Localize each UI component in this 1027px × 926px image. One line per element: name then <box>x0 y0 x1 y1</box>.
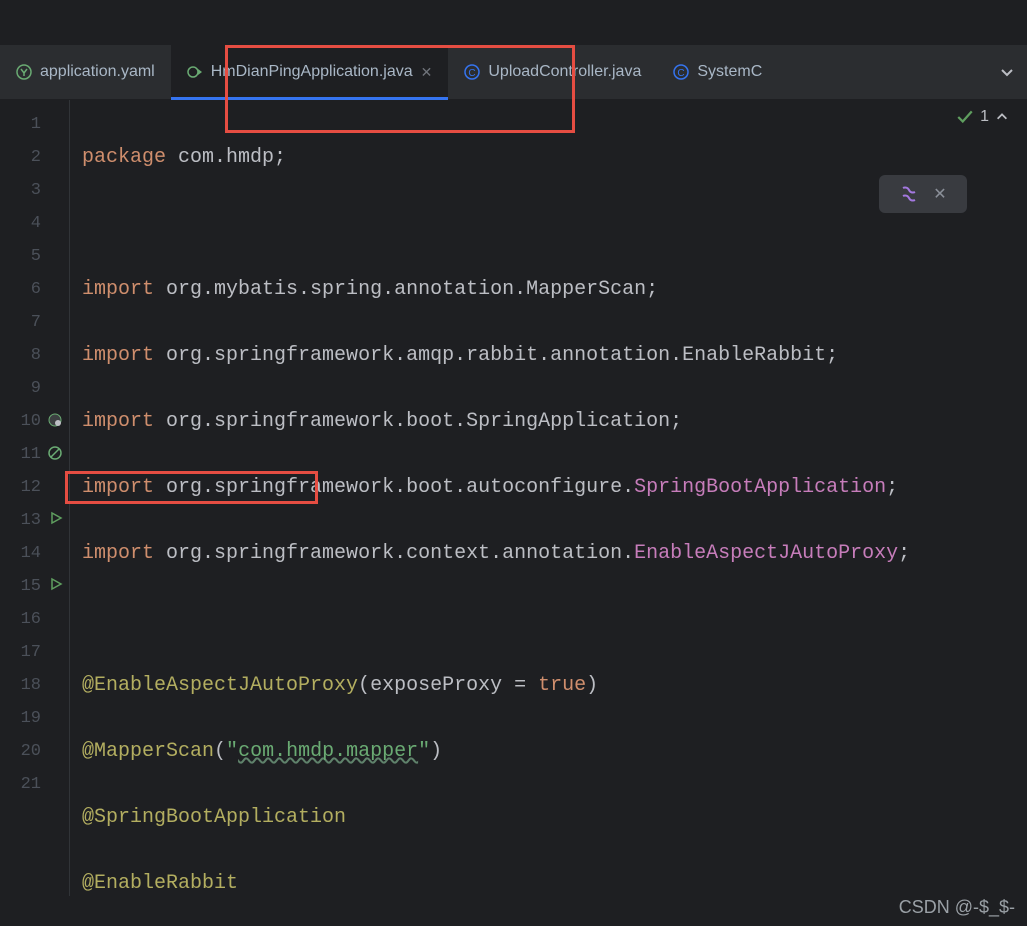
highlight-box-annotation <box>65 471 318 504</box>
watermark: CSDN @-$_$- <box>899 897 1015 918</box>
code-line: @SpringBootApplication <box>82 801 1027 834</box>
line-number: 10 <box>0 405 69 438</box>
svg-text:C: C <box>678 68 685 79</box>
class-icon: C <box>673 64 689 80</box>
java-run-icon <box>187 64 203 80</box>
line-number: 20 <box>0 735 69 768</box>
chevron-down-icon <box>999 64 1015 80</box>
yaml-icon <box>16 64 32 80</box>
line-number: 13 <box>0 504 69 537</box>
code-line: import org.springframework.amqp.rabbit.a… <box>82 339 1027 372</box>
line-number: 2 <box>0 141 69 174</box>
line-number: 5 <box>0 240 69 273</box>
line-number: 6 <box>0 273 69 306</box>
line-number: 12 <box>0 471 69 504</box>
code-line: import org.springframework.context.annot… <box>82 537 1027 570</box>
gutter: 1 2 3 4 5 6 7 8 9 10 11 12 13 14 15 16 1… <box>0 100 70 896</box>
code-line <box>82 207 1027 240</box>
bean-icon[interactable] <box>47 412 63 428</box>
code-line: @MapperScan("com.hmdp.mapper") <box>82 735 1027 768</box>
line-number: 7 <box>0 306 69 339</box>
tab-overflow-button[interactable] <box>987 45 1027 99</box>
line-number: 11 <box>0 438 69 471</box>
line-number: 16 <box>0 603 69 636</box>
tab-application-yaml[interactable]: application.yaml <box>0 45 171 99</box>
line-number: 1 <box>0 108 69 141</box>
line-number: 9 <box>0 372 69 405</box>
tab-label: application.yaml <box>40 63 155 81</box>
line-number: 4 <box>0 207 69 240</box>
line-number: 15 <box>0 570 69 603</box>
line-number: 19 <box>0 702 69 735</box>
highlight-box-tab <box>225 45 575 133</box>
code-line: @EnableRabbit <box>82 867 1027 900</box>
tab-system[interactable]: C SystemC <box>657 45 778 99</box>
run-icon[interactable] <box>49 511 63 525</box>
line-number: 8 <box>0 339 69 372</box>
line-number: 18 <box>0 669 69 702</box>
tab-label: SystemC <box>697 63 762 81</box>
code-line <box>82 603 1027 636</box>
code-line: import org.mybatis.spring.annotation.Map… <box>82 273 1027 306</box>
line-number: 17 <box>0 636 69 669</box>
run-icon[interactable] <box>49 577 63 591</box>
code-line: @EnableAspectJAutoProxy(exposeProxy = tr… <box>82 669 1027 702</box>
line-number: 14 <box>0 537 69 570</box>
code-line: import org.springframework.boot.SpringAp… <box>82 405 1027 438</box>
code-line: package com.hmdp; <box>82 141 1027 174</box>
line-number: 21 <box>0 768 69 801</box>
disabled-icon[interactable] <box>47 445 63 461</box>
line-number: 3 <box>0 174 69 207</box>
